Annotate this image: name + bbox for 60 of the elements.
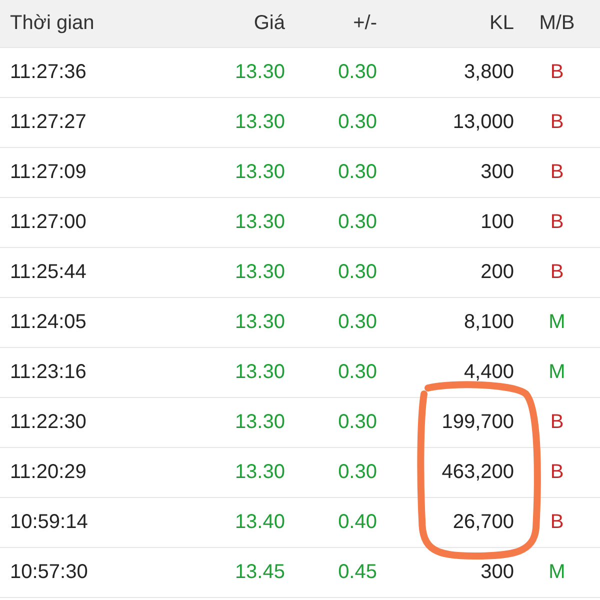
- side-cell: B: [550, 261, 564, 284]
- side-cell: M: [548, 361, 566, 384]
- time-cell-text: 11:25:44: [9, 261, 88, 284]
- volume-cell: 200: [480, 261, 514, 284]
- price-cell: 13.30: [234, 61, 285, 84]
- change-cell: 0.40: [338, 511, 377, 534]
- time-cell-text: 10:59:14: [9, 511, 89, 534]
- volume-cell: 8,100: [464, 311, 514, 334]
- price-cell: 13.30: [234, 361, 285, 384]
- volume-cell: 13,000: [452, 111, 514, 134]
- time-cell-text: 11:27:09: [9, 161, 88, 184]
- side-cell: B: [550, 461, 564, 484]
- column-header: +/-: [353, 12, 377, 35]
- column-header: KL: [490, 12, 514, 35]
- volume-cell: 463,200: [442, 461, 514, 484]
- time-cell-text: 10:57:30: [9, 561, 89, 584]
- change-cell: 0.30: [338, 261, 377, 284]
- change-cell: 0.30: [338, 361, 377, 384]
- time-cell-text: 11:20:29: [9, 461, 88, 484]
- price-cell: 13.30: [234, 161, 285, 184]
- time-cell-text: 11:23:16: [9, 361, 88, 384]
- column-header: Giá: [254, 12, 285, 35]
- price-cell: 13.30: [234, 111, 285, 134]
- volume-cell: 199,700: [442, 411, 514, 434]
- change-cell: 0.30: [338, 311, 377, 334]
- volume-cell: 300: [480, 561, 514, 584]
- price-cell: 13.30: [234, 211, 285, 234]
- change-cell: 0.30: [338, 211, 377, 234]
- change-cell: 0.30: [338, 111, 377, 134]
- price-cell: 13.30: [234, 311, 285, 334]
- price-cell: 13.30: [234, 261, 285, 284]
- side-cell: B: [550, 411, 564, 434]
- volume-cell: 26,700: [452, 511, 514, 534]
- price-cell: 13.45: [234, 561, 285, 584]
- column-header: M/B: [539, 12, 575, 35]
- change-cell: 0.45: [338, 561, 377, 584]
- volume-cell: 3,800: [464, 61, 514, 84]
- side-cell: B: [550, 61, 564, 84]
- price-cell: 13.40: [234, 511, 285, 534]
- side-cell: M: [548, 561, 566, 584]
- side-cell: B: [550, 111, 564, 134]
- price-cell: 13.30: [234, 411, 285, 434]
- side-cell: B: [550, 511, 564, 534]
- volume-cell: 100: [480, 211, 514, 234]
- time-cell-text: 11:27:00: [9, 211, 88, 234]
- change-cell: 0.30: [338, 61, 377, 84]
- volume-cell: 300: [480, 161, 514, 184]
- change-cell: 0.30: [338, 461, 377, 484]
- change-cell: 0.30: [338, 161, 377, 184]
- volume-cell: 4,400: [464, 361, 514, 384]
- side-cell: M: [548, 311, 566, 334]
- change-cell: 0.30: [338, 411, 377, 434]
- side-cell: B: [550, 161, 564, 184]
- time-cell-text: 11:24:05: [9, 311, 88, 334]
- time-cell-text: 11:22:30: [9, 411, 88, 434]
- price-cell: 13.30: [234, 461, 285, 484]
- time-cell-text: 11:27:27: [9, 111, 88, 134]
- side-cell: B: [550, 211, 564, 234]
- column-header: Thời gian: [9, 12, 96, 35]
- time-cell-text: 11:27:36: [9, 61, 88, 84]
